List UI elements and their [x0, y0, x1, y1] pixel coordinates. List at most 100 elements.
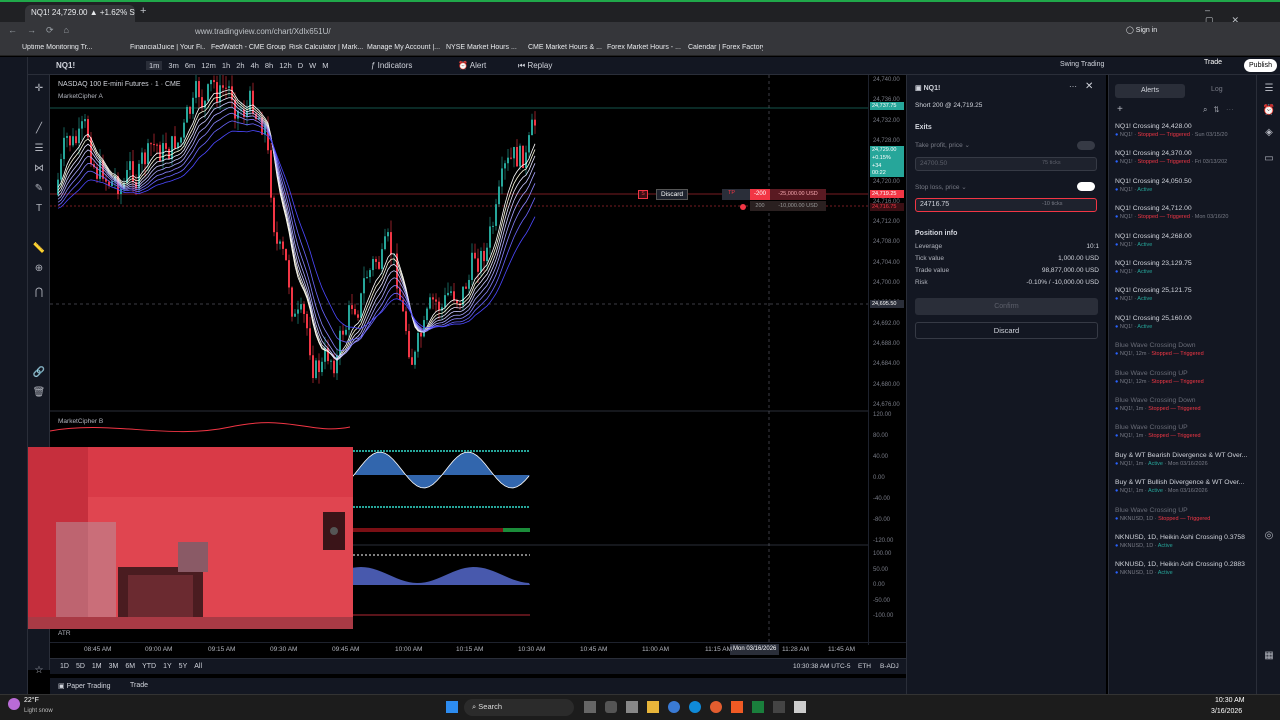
stop-loss-field[interactable]: 24716.75 -10 ticks	[915, 198, 1097, 212]
interval-4h[interactable]: 4h	[251, 61, 259, 70]
url-field[interactable]: www.tradingview.com/chart/Xdlx651U/	[185, 25, 1005, 39]
interval-1h[interactable]: 1h	[222, 61, 230, 70]
pattern-icon[interactable]: ⋈	[32, 163, 46, 175]
sign-in-button[interactable]: ◯ Sign in	[1126, 26, 1157, 34]
range-3M[interactable]: 3M	[109, 663, 119, 670]
data-icon[interactable]: ◈	[1262, 127, 1276, 139]
interval-M[interactable]: M	[322, 61, 328, 70]
alert-item[interactable]: NQ1! Crossing 24,050.50 ● NQ1! · Active	[1115, 178, 1253, 205]
alert-item[interactable]: Blue Wave Crossing Down ● NQ1!, 1m · Stop…	[1115, 397, 1253, 424]
confirm-button[interactable]: Confirm	[915, 298, 1098, 315]
alert-item[interactable]: NQ1! Crossing 24,370.00 ● NQ1! · Stopped …	[1115, 150, 1253, 177]
edge-icon[interactable]	[689, 701, 701, 713]
new-tab-icon[interactable]: +	[140, 5, 146, 17]
bookmark-9[interactable]: Calendar | Forex Factory	[688, 44, 763, 51]
sl-marker[interactable]: S	[638, 190, 648, 199]
alert-item[interactable]: Blue Wave Crossing UP ● NKNUSD, 1D · Stop…	[1115, 507, 1253, 534]
alerts-tab[interactable]: Alerts	[1115, 84, 1185, 98]
store-icon[interactable]	[773, 701, 785, 713]
take-profit-field[interactable]: 24700.50 75 ticks	[915, 157, 1097, 171]
clock-time[interactable]: 10:30 AM	[1215, 697, 1245, 704]
range-1M[interactable]: 1M	[92, 663, 102, 670]
alert-item[interactable]: Buy & WT Bearish Divergence & WT Over...…	[1115, 452, 1253, 479]
interval-8h[interactable]: 8h	[265, 61, 273, 70]
alert-item[interactable]: NKNUSD, 1D, Heikin Ashi Crossing 0.3758 ●…	[1115, 534, 1253, 561]
zoom-icon[interactable]: ⊕	[32, 263, 46, 275]
range-All[interactable]: All	[194, 663, 202, 670]
ideas-icon[interactable]: ◎	[1262, 530, 1276, 542]
alert-item[interactable]: NQ1! Crossing 24,428.00 ● NQ1! · Stopped …	[1115, 123, 1253, 150]
alert-item[interactable]: Blue Wave Crossing UP ● NQ1!, 12m · Stopp…	[1115, 370, 1253, 397]
trendline-icon[interactable]: ╱	[32, 123, 46, 135]
bookmark-1[interactable]: Uptime Monitoring Tr...	[22, 44, 104, 51]
alert-tools-icons[interactable]: ⌕⇅⋯	[1203, 105, 1240, 115]
paper-trading-tab[interactable]: ▣ Paper Trading	[58, 682, 111, 690]
tv-app-icon[interactable]	[794, 701, 806, 713]
alert-item[interactable]: Blue Wave Crossing Down ● NQ1!, 12m · Sto…	[1115, 342, 1253, 369]
nav-icons[interactable]: ←→⟳⌂	[8, 25, 79, 36]
tp-chip[interactable]: TP	[728, 190, 735, 199]
add-alert-icon[interactable]: +	[1117, 104, 1123, 115]
folder-icon[interactable]	[647, 701, 659, 713]
lock-icon[interactable]: 🔗	[32, 367, 46, 379]
text-icon[interactable]: T	[32, 203, 46, 215]
alert-item[interactable]: NKNUSD, 1D, Heikin Ashi Crossing 0.2883 ●…	[1115, 561, 1253, 588]
more-icon[interactable]: ⋯	[1069, 82, 1077, 91]
interval-3m[interactable]: 3m	[168, 61, 178, 70]
alert-item[interactable]: Blue Wave Crossing UP ● NQ1!, 1m · Stoppe…	[1115, 424, 1253, 451]
replay-button[interactable]: ⏮ Replay	[518, 61, 552, 71]
bookmark-7[interactable]: CME Market Hours & ...	[528, 44, 603, 51]
alerts-icon[interactable]: ⏰	[1262, 105, 1276, 117]
confirm-order-chip[interactable]	[722, 189, 750, 200]
task-view-icon[interactable]	[584, 701, 596, 713]
interval-D[interactable]: D	[298, 61, 303, 70]
alert-item[interactable]: NQ1! Crossing 24,268.00 ● NQ1! · Active	[1115, 233, 1253, 260]
session-button[interactable]: ETH	[858, 663, 871, 670]
close-icon[interactable]: ✕	[1085, 81, 1093, 92]
trash-icon[interactable]: 🗑	[32, 387, 46, 399]
watchlist-icon[interactable]: ☰	[1262, 83, 1276, 95]
ruler-icon[interactable]: 📏	[32, 243, 46, 255]
favorites-icon[interactable]: ☆	[32, 665, 46, 677]
stop-loss-toggle[interactable]	[1077, 182, 1095, 191]
discard-button[interactable]: Discard	[915, 322, 1098, 339]
xbox-icon[interactable]	[752, 701, 764, 713]
bookmark-4[interactable]: Risk Calculator | Mark...	[289, 44, 364, 51]
symbol-search[interactable]: NQ1!	[56, 61, 75, 70]
bookmark-6[interactable]: NYSE Market Hours ...	[446, 44, 521, 51]
bookmark-5[interactable]: Manage My Account |...	[367, 44, 442, 51]
grid-icon[interactable]: ▦	[1262, 650, 1276, 662]
alert-item[interactable]: NQ1! Crossing 25,160.00 ● NQ1! · Active	[1115, 315, 1253, 342]
brave-icon[interactable]	[731, 701, 743, 713]
indicators-button[interactable]: ƒ Indicators	[371, 61, 412, 70]
chat-icon[interactable]: ▭	[1262, 153, 1276, 165]
interval-12h[interactable]: 12h	[279, 61, 292, 70]
brush-icon[interactable]: ✎	[32, 183, 46, 195]
take-profit-toggle[interactable]	[1077, 141, 1095, 150]
discard-order-button[interactable]: Discard	[656, 189, 689, 200]
range-5D[interactable]: 5D	[76, 663, 85, 670]
publish-button[interactable]: Publish	[1244, 59, 1277, 72]
range-YTD[interactable]: YTD	[142, 663, 156, 670]
adj-button[interactable]: B-ADJ	[880, 663, 899, 670]
taskbar-search[interactable]: ⌕ Search	[464, 699, 574, 716]
alert-item[interactable]: Buy & WT Bullish Divergence & WT Over...…	[1115, 479, 1253, 506]
interval-1m[interactable]: 1m	[146, 61, 163, 70]
app-icon[interactable]	[626, 701, 638, 713]
magnet-icon[interactable]: ⋂	[32, 287, 46, 299]
crosshair-icon[interactable]: ✛	[32, 83, 46, 95]
bookmark-2[interactable]: FinancialJuice | Your Fi...	[130, 44, 205, 51]
interval-W[interactable]: W	[309, 61, 316, 70]
qty-chip[interactable]: -200	[750, 189, 770, 200]
range-1D[interactable]: 1D	[60, 663, 69, 670]
bookmark-8[interactable]: Forex Market Hours - ...	[607, 44, 682, 51]
trade-button[interactable]: Trade	[1204, 59, 1234, 72]
interval-12m[interactable]: 12m	[201, 61, 216, 70]
interval-2h[interactable]: 2h	[236, 61, 244, 70]
interval-6m[interactable]: 6m	[185, 61, 195, 70]
range-5Y[interactable]: 5Y	[179, 663, 188, 670]
trade-tab[interactable]: Trade	[130, 682, 148, 689]
alert-button[interactable]: ⏰ Alert	[458, 61, 486, 70]
alert-item[interactable]: NQ1! Crossing 24,712.00 ● NQ1! · Stopped …	[1115, 205, 1253, 232]
weather-temp[interactable]: 22°F	[24, 697, 39, 704]
